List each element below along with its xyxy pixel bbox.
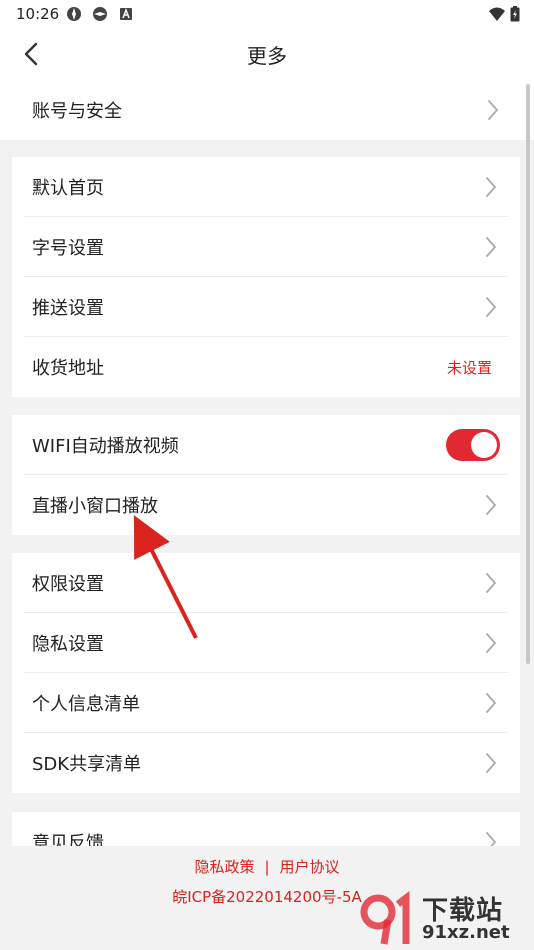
chevron-right-icon: [486, 633, 497, 653]
account-group: 账号与安全: [0, 80, 534, 140]
default-home-label: 默认首页: [32, 178, 104, 199]
chevron-right-icon: [486, 832, 497, 846]
wifi-icon: [489, 7, 505, 21]
watermark-url: 91xz.net: [422, 922, 510, 943]
wifi-autoplay-row: WIFI自动播放视频: [12, 415, 520, 475]
watermark: 下载站 91xz.net: [358, 890, 528, 946]
shipping-address-row[interactable]: 收货地址 未设置: [12, 337, 520, 397]
chevron-right-icon: [486, 573, 497, 593]
a-icon: [120, 7, 132, 20]
footer-separator: |: [264, 858, 270, 876]
live-pip-label: 直播小窗口播放: [32, 496, 158, 517]
app-icon-1: [67, 7, 81, 21]
permission-settings-label: 权限设置: [32, 574, 104, 595]
page-title: 更多: [247, 44, 287, 68]
push-settings-label: 推送设置: [32, 298, 104, 319]
chevron-right-icon: [486, 237, 497, 257]
playback-settings-group: WIFI自动播放视频 直播小窗口播放: [12, 415, 520, 535]
chevron-right-icon: [486, 753, 497, 773]
permission-settings-row[interactable]: 权限设置: [12, 553, 520, 613]
scrollbar[interactable]: [526, 84, 530, 664]
top-app-bar: 更多: [0, 28, 534, 80]
user-agreement-link[interactable]: 用户协议: [280, 858, 340, 876]
sdk-sharing-list-label: SDK共享清单: [32, 754, 142, 775]
watermark-logo-icon: [360, 891, 410, 945]
sdk-sharing-list-row[interactable]: SDK共享清单: [12, 733, 520, 793]
push-settings-row[interactable]: 推送设置: [12, 277, 520, 337]
more-group: 意见反馈: [12, 812, 520, 846]
personal-info-list-label: 个人信息清单: [32, 694, 140, 715]
status-bar: 10:26: [0, 0, 534, 28]
chevron-right-icon: [486, 693, 497, 713]
account-security-label: 账号与安全: [32, 101, 122, 122]
personal-info-list-row[interactable]: 个人信息清单: [12, 673, 520, 733]
default-home-row[interactable]: 默认首页: [12, 157, 520, 217]
font-size-row[interactable]: 字号设置: [12, 217, 520, 277]
feedback-row[interactable]: 意见反馈: [12, 812, 520, 846]
footer-links: 隐私政策 | 用户协议: [0, 856, 534, 877]
chevron-right-icon: [486, 495, 497, 515]
shipping-address-label: 收货地址: [32, 358, 104, 379]
app-icon-2: [93, 7, 107, 21]
feedback-label: 意见反馈: [32, 833, 104, 846]
live-pip-row[interactable]: 直播小窗口播放: [12, 475, 520, 535]
toggle-knob: [471, 432, 497, 458]
general-settings-group: 默认首页 字号设置 推送设置 收货地址 未设置: [12, 157, 520, 397]
privacy-settings-row[interactable]: 隐私设置: [12, 613, 520, 673]
account-security-row[interactable]: 账号与安全: [0, 80, 534, 140]
privacy-policy-link[interactable]: 隐私政策: [194, 858, 254, 876]
status-time: 10:26: [16, 5, 60, 23]
battery-icon: [510, 6, 520, 22]
chevron-right-icon: [488, 100, 499, 120]
font-size-label: 字号设置: [32, 238, 104, 259]
chevron-right-icon: [486, 177, 497, 197]
wifi-autoplay-label: WIFI自动播放视频: [32, 436, 179, 457]
privacy-settings-label: 隐私设置: [32, 634, 104, 655]
shipping-address-value: 未设置: [446, 358, 492, 377]
privacy-settings-group: 权限设置 隐私设置 个人信息清单 SDK共享清单: [12, 553, 520, 793]
wifi-autoplay-toggle[interactable]: [446, 429, 500, 461]
chevron-right-icon: [486, 297, 497, 317]
